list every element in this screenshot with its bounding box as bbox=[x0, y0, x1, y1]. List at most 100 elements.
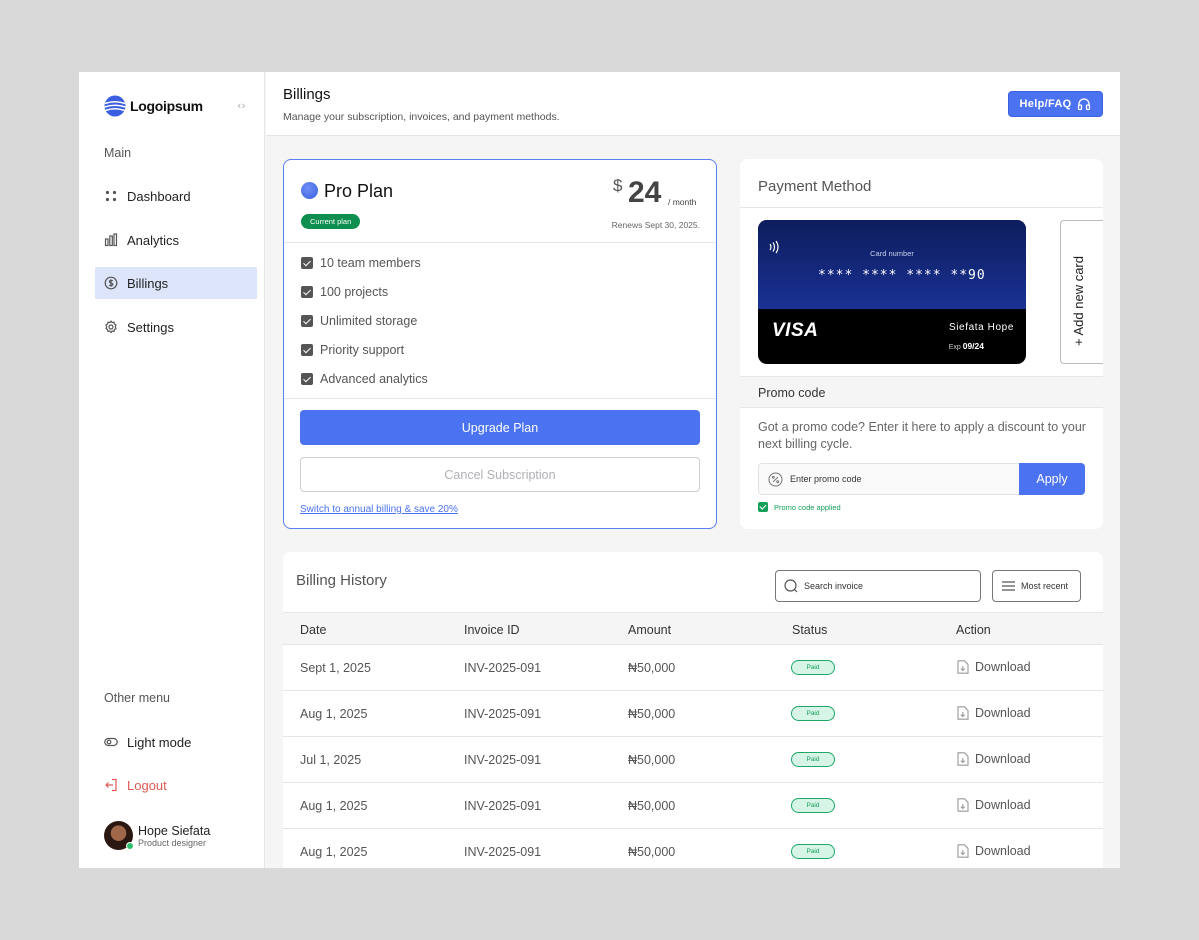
feature-label: 100 projects bbox=[320, 285, 389, 299]
page-subtitle: Manage your subscription, invoices, and … bbox=[283, 111, 560, 123]
plan-name: Pro Plan bbox=[324, 181, 394, 201]
renewal-date: Renews Sept 30, 2025. bbox=[611, 220, 700, 230]
logo-text: Logoipsum bbox=[130, 98, 203, 114]
download-button[interactable]: Download bbox=[956, 660, 1031, 674]
discount-icon bbox=[768, 472, 783, 486]
column-header: Action bbox=[956, 623, 991, 637]
credit-card[interactable]: Card number **** **** **** **90 VISA Sie… bbox=[758, 220, 1026, 364]
amount-cell: ₦50,000 bbox=[628, 661, 676, 675]
user-profile[interactable]: Hope Siefata Product designer bbox=[104, 821, 210, 850]
amount-cell: ₦50,000 bbox=[628, 753, 676, 767]
card-number-label: Card number bbox=[870, 249, 914, 258]
table-row: Aug 1, 2025 INV-2025-091 ₦50,000 Paid Do… bbox=[283, 690, 1103, 736]
search-invoice-input[interactable]: Search invoice bbox=[775, 570, 981, 602]
feature-item: 10 team members bbox=[301, 256, 421, 270]
date-cell: Sept 1, 2025 bbox=[300, 661, 371, 675]
card-top: Card number **** **** **** **90 bbox=[758, 220, 1026, 309]
help-faq-button[interactable]: Help/FAQ bbox=[1008, 91, 1103, 117]
promo-applied-label: Promo code applied bbox=[774, 502, 841, 512]
logo[interactable]: Logoipsum bbox=[104, 95, 203, 117]
light-mode-toggle[interactable]: Light mode bbox=[95, 726, 257, 758]
status-badge: Paid bbox=[791, 660, 835, 675]
card-number: **** **** **** **90 bbox=[818, 268, 986, 283]
sidebar-item-dashboard[interactable]: Dashboard bbox=[95, 180, 257, 212]
plan-icon bbox=[301, 182, 318, 199]
invoice-id-cell: INV-2025-091 bbox=[464, 661, 542, 675]
price-period: / month bbox=[668, 197, 697, 207]
expiry-label: Exp bbox=[948, 344, 961, 351]
search-placeholder: Search invoice bbox=[804, 581, 864, 591]
help-faq-label: Help/FAQ bbox=[1019, 98, 1072, 110]
user-role: Product designer bbox=[138, 837, 207, 848]
download-label: Download bbox=[975, 706, 1031, 720]
page-header: Billings Manage your subscription, invoi… bbox=[266, 72, 1120, 136]
divider bbox=[284, 398, 716, 399]
checkbox-checked-icon bbox=[301, 373, 313, 385]
logout-button[interactable]: Logout bbox=[95, 769, 257, 801]
date-cell: Jul 1, 2025 bbox=[300, 753, 362, 767]
plan-card: Pro Plan Current plan $ 24 / month Renew… bbox=[283, 159, 717, 529]
download-file-icon bbox=[957, 844, 969, 858]
apply-button[interactable]: Apply bbox=[1019, 463, 1085, 495]
price-currency: $ bbox=[613, 176, 623, 195]
checkbox-checked-icon bbox=[301, 315, 313, 327]
add-new-card-label: + Add new card bbox=[1071, 256, 1086, 346]
download-button[interactable]: Download bbox=[956, 706, 1031, 720]
column-header: Amount bbox=[628, 623, 672, 637]
download-file-icon bbox=[957, 798, 969, 812]
other-menu-label: Other menu bbox=[104, 691, 171, 705]
column-header: Invoice ID bbox=[464, 623, 520, 637]
table-row: Jul 1, 2025 INV-2025-091 ₦50,000 Paid Do… bbox=[283, 736, 1103, 782]
logo-icon bbox=[104, 95, 126, 117]
cancel-subscription-button[interactable]: Cancel Subscription bbox=[300, 457, 700, 492]
card-holder-name: Siefata Hope bbox=[948, 322, 1014, 333]
price-amount: 24 bbox=[628, 176, 662, 209]
invoice-id-cell: INV-2025-091 bbox=[464, 753, 542, 767]
menu-lines-icon bbox=[1002, 581, 1015, 591]
sidebar-item-analytics[interactable]: Analytics bbox=[95, 224, 257, 256]
upgrade-plan-button[interactable]: Upgrade Plan bbox=[300, 410, 700, 445]
bar-chart-icon bbox=[104, 233, 118, 247]
download-file-icon bbox=[957, 752, 969, 766]
grid-dots-icon bbox=[105, 190, 117, 202]
checkbox-checked-icon bbox=[301, 344, 313, 356]
promo-code-input[interactable]: Enter promo code bbox=[758, 463, 1020, 495]
switch-annual-link[interactable]: Switch to annual billing & save 20% bbox=[300, 504, 458, 515]
download-button[interactable]: Download bbox=[956, 798, 1031, 812]
invoice-id-cell: INV-2025-091 bbox=[464, 707, 542, 721]
download-button[interactable]: Download bbox=[956, 752, 1031, 766]
download-button[interactable]: Download bbox=[956, 844, 1031, 858]
feature-label: Unlimited storage bbox=[320, 314, 418, 328]
feature-item: Unlimited storage bbox=[301, 314, 417, 328]
feature-label: Advanced analytics bbox=[320, 372, 428, 386]
toggle-icon bbox=[104, 737, 118, 747]
invoice-id-cell: INV-2025-091 bbox=[464, 799, 542, 813]
checkbox-checked-icon bbox=[301, 286, 313, 298]
amount-cell: ₦50,000 bbox=[628, 707, 676, 721]
sidebar-item-settings[interactable]: Settings bbox=[95, 311, 257, 343]
download-label: Download bbox=[975, 752, 1031, 766]
promo-code-header: Promo code bbox=[740, 376, 1103, 408]
collapse-sidebar-icon[interactable]: ‹› bbox=[237, 99, 246, 112]
add-new-card-button[interactable]: + Add new card bbox=[1060, 220, 1103, 364]
sidebar: Logoipsum ‹› Main Dashboard Analytics Bi… bbox=[79, 72, 265, 868]
download-file-icon bbox=[957, 660, 969, 674]
sort-dropdown[interactable]: Most recent bbox=[992, 570, 1081, 602]
logout-icon bbox=[105, 778, 117, 792]
download-file-icon bbox=[957, 706, 969, 720]
sidebar-item-billings[interactable]: Billings bbox=[95, 267, 257, 299]
status-badge: Paid bbox=[791, 798, 835, 813]
column-header: Status bbox=[792, 623, 828, 637]
status-badge: Paid bbox=[791, 752, 835, 767]
avatar bbox=[104, 821, 134, 850]
invoice-id-cell: INV-2025-091 bbox=[464, 845, 542, 859]
promo-code-placeholder: Enter promo code bbox=[790, 474, 862, 484]
download-label: Download bbox=[975, 660, 1031, 674]
amount-cell: ₦50,000 bbox=[628, 845, 676, 859]
promo-code-description: Got a promo code? Enter it here to apply… bbox=[758, 420, 1086, 451]
headphones-icon bbox=[1078, 98, 1091, 111]
feature-item: 100 projects bbox=[301, 285, 388, 299]
divider bbox=[284, 242, 716, 243]
billing-history-card: Billing History Search invoice Most rece… bbox=[283, 552, 1103, 868]
amount-cell: ₦50,000 bbox=[628, 799, 676, 813]
